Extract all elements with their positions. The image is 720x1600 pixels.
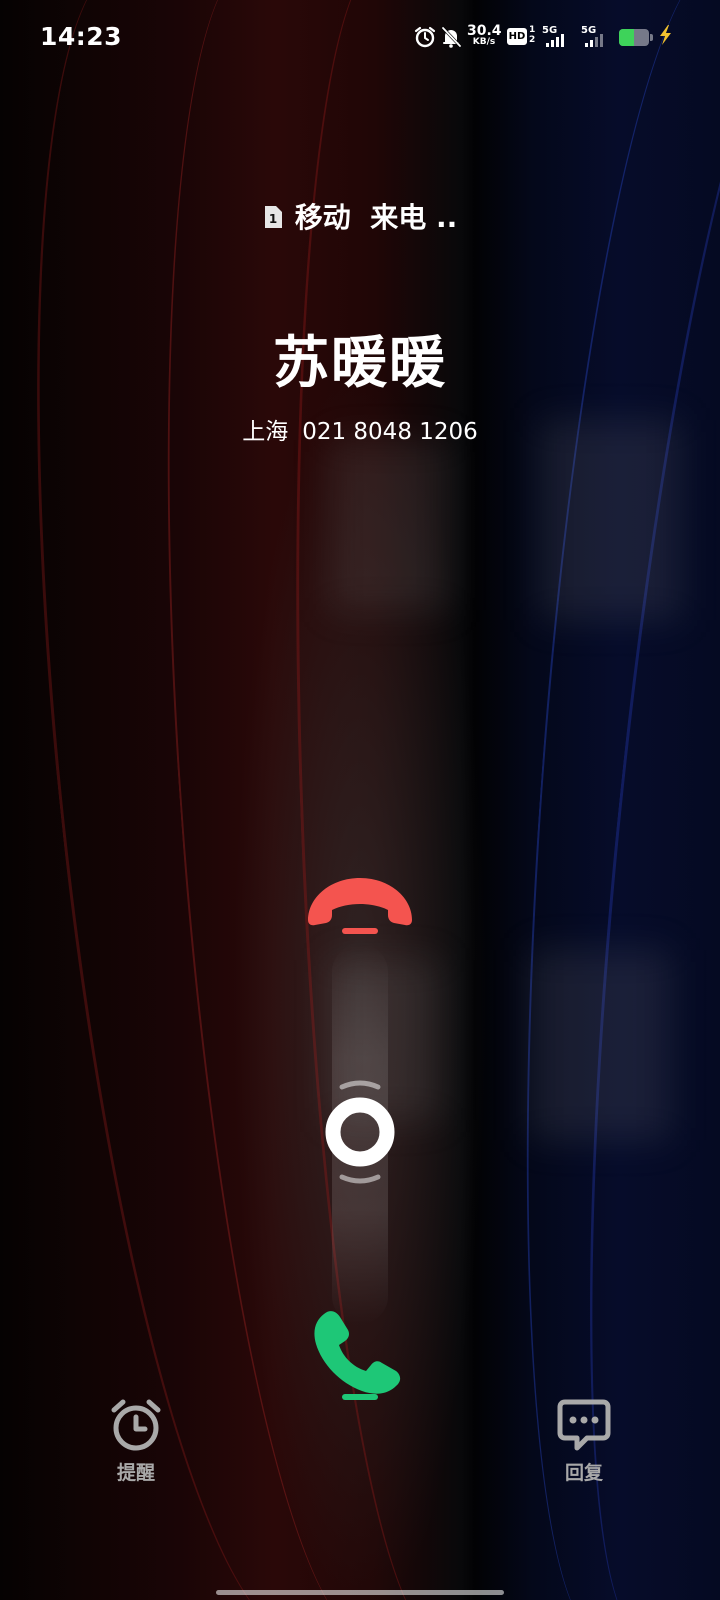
slider-ring-icon (325, 1080, 395, 1184)
caller-location: 上海 (242, 419, 289, 445)
background-glow (540, 420, 680, 620)
background-glow (530, 950, 670, 1140)
signal-icon: 5G (581, 25, 613, 49)
decline-button[interactable] (306, 876, 414, 938)
hd-sim-indicator: 1 2 (529, 25, 535, 45)
home-indicator[interactable] (216, 1590, 504, 1595)
signal-type: 5G (542, 25, 558, 36)
accept-button[interactable] (310, 1308, 410, 1404)
caller-number: 021 8048 1206 (302, 419, 478, 445)
network-speed-unit: KB/s (472, 37, 496, 47)
call-status: 来电 .. (370, 201, 458, 234)
signal-icon: 5G (542, 25, 574, 49)
network-speed-value: 30.4 (467, 23, 502, 39)
mute-bell-icon (441, 26, 462, 48)
caller-details: 上海 021 8048 1206 (0, 412, 720, 446)
remind-button[interactable]: 提醒 (96, 1398, 176, 1485)
battery-cap (650, 34, 653, 41)
incoming-call-screen: 14:23 30.4 KB/s HD 1 2 5G 5G 1 移动 来电 .. … (0, 0, 720, 1600)
signal-type: 5G (581, 25, 597, 36)
reply-label: 回复 (564, 1462, 603, 1484)
remind-label: 提醒 (116, 1462, 155, 1484)
charging-icon (660, 25, 671, 45)
background-glow (330, 440, 450, 610)
alarm-clock-icon (111, 1399, 161, 1451)
battery-fill (619, 29, 634, 46)
status-time: 14:23 (40, 22, 123, 51)
message-icon (557, 1399, 611, 1451)
sim-number: 1 (269, 212, 277, 226)
phone-icon (314, 1311, 401, 1400)
call-status-line: 1 移动 来电 .. (0, 196, 720, 236)
network-speed: 30.4 KB/s (467, 23, 502, 47)
alarm-icon (414, 26, 436, 48)
hang-up-icon (308, 878, 412, 934)
reply-button[interactable]: 回复 (544, 1398, 624, 1485)
sim-card-icon: 1 (264, 206, 282, 228)
battery-icon (619, 29, 649, 46)
status-bar: 14:23 30.4 KB/s HD 1 2 5G 5G (0, 0, 720, 76)
answer-slider-handle[interactable] (322, 1075, 398, 1189)
hd-voice-icon: HD (507, 28, 527, 45)
carrier-name: 移动 (294, 201, 351, 234)
hd-sim-bottom: 2 (529, 35, 536, 45)
hd-sim-top: 1 (529, 25, 536, 35)
caller-name: 苏暖暖 (273, 331, 447, 396)
